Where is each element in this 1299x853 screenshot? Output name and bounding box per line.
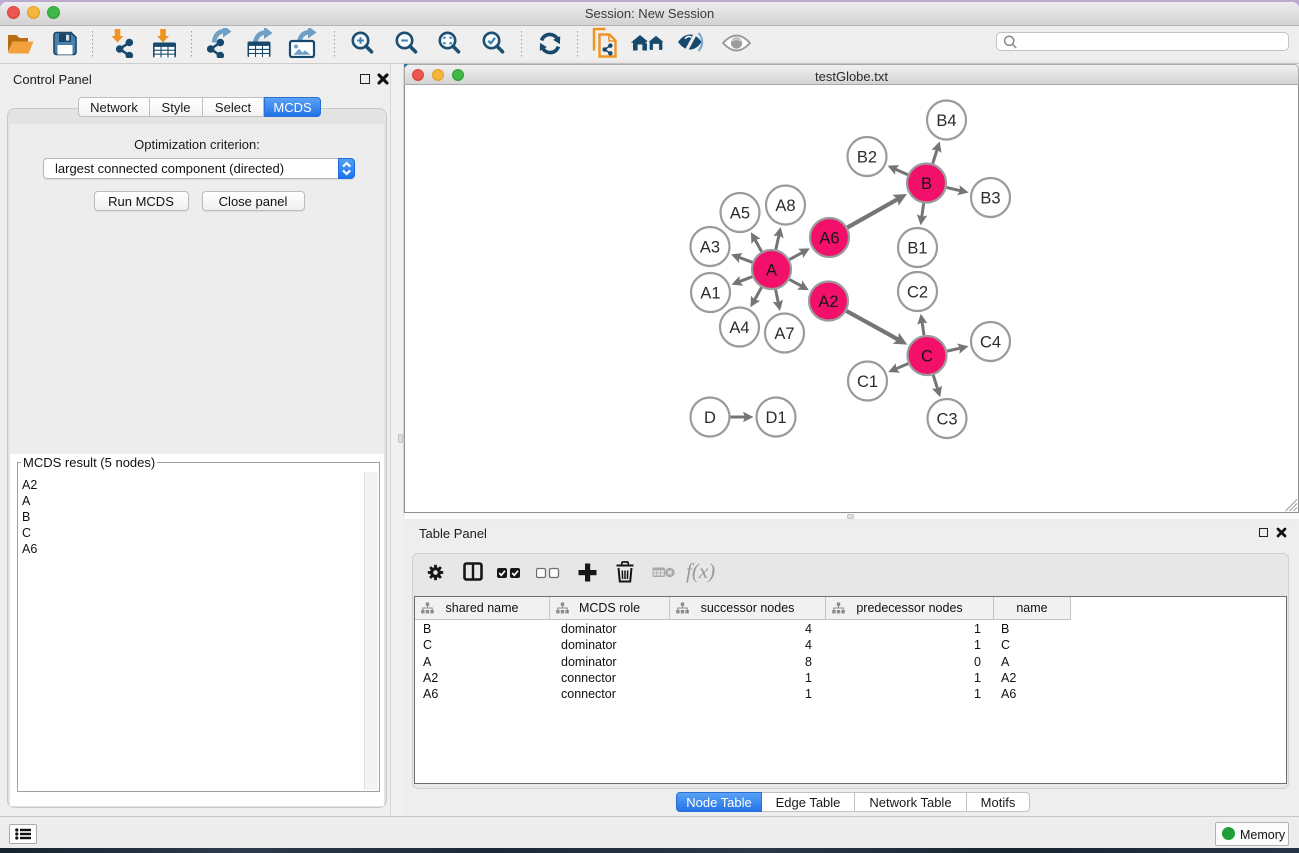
svg-text:B4: B4	[936, 112, 956, 130]
svg-text:A1: A1	[700, 285, 720, 303]
svg-text:C4: C4	[980, 334, 1001, 352]
svg-text:D1: D1	[765, 409, 786, 427]
svg-text:A8: A8	[775, 197, 795, 215]
svg-text:A7: A7	[774, 325, 794, 343]
svg-text:A4: A4	[729, 319, 749, 337]
svg-text:A2: A2	[818, 293, 838, 311]
svg-text:A6: A6	[819, 230, 839, 248]
svg-text:C1: C1	[857, 373, 878, 391]
svg-text:C2: C2	[907, 284, 928, 302]
svg-text:A3: A3	[700, 239, 720, 257]
svg-text:A: A	[766, 262, 777, 280]
svg-text:C3: C3	[936, 411, 957, 429]
svg-text:B2: B2	[857, 149, 877, 167]
svg-text:B: B	[921, 175, 932, 193]
svg-text:B3: B3	[980, 190, 1000, 208]
svg-text:C: C	[921, 348, 933, 366]
svg-text:A5: A5	[730, 205, 750, 223]
svg-text:B1: B1	[907, 240, 927, 258]
svg-text:D: D	[704, 409, 716, 427]
